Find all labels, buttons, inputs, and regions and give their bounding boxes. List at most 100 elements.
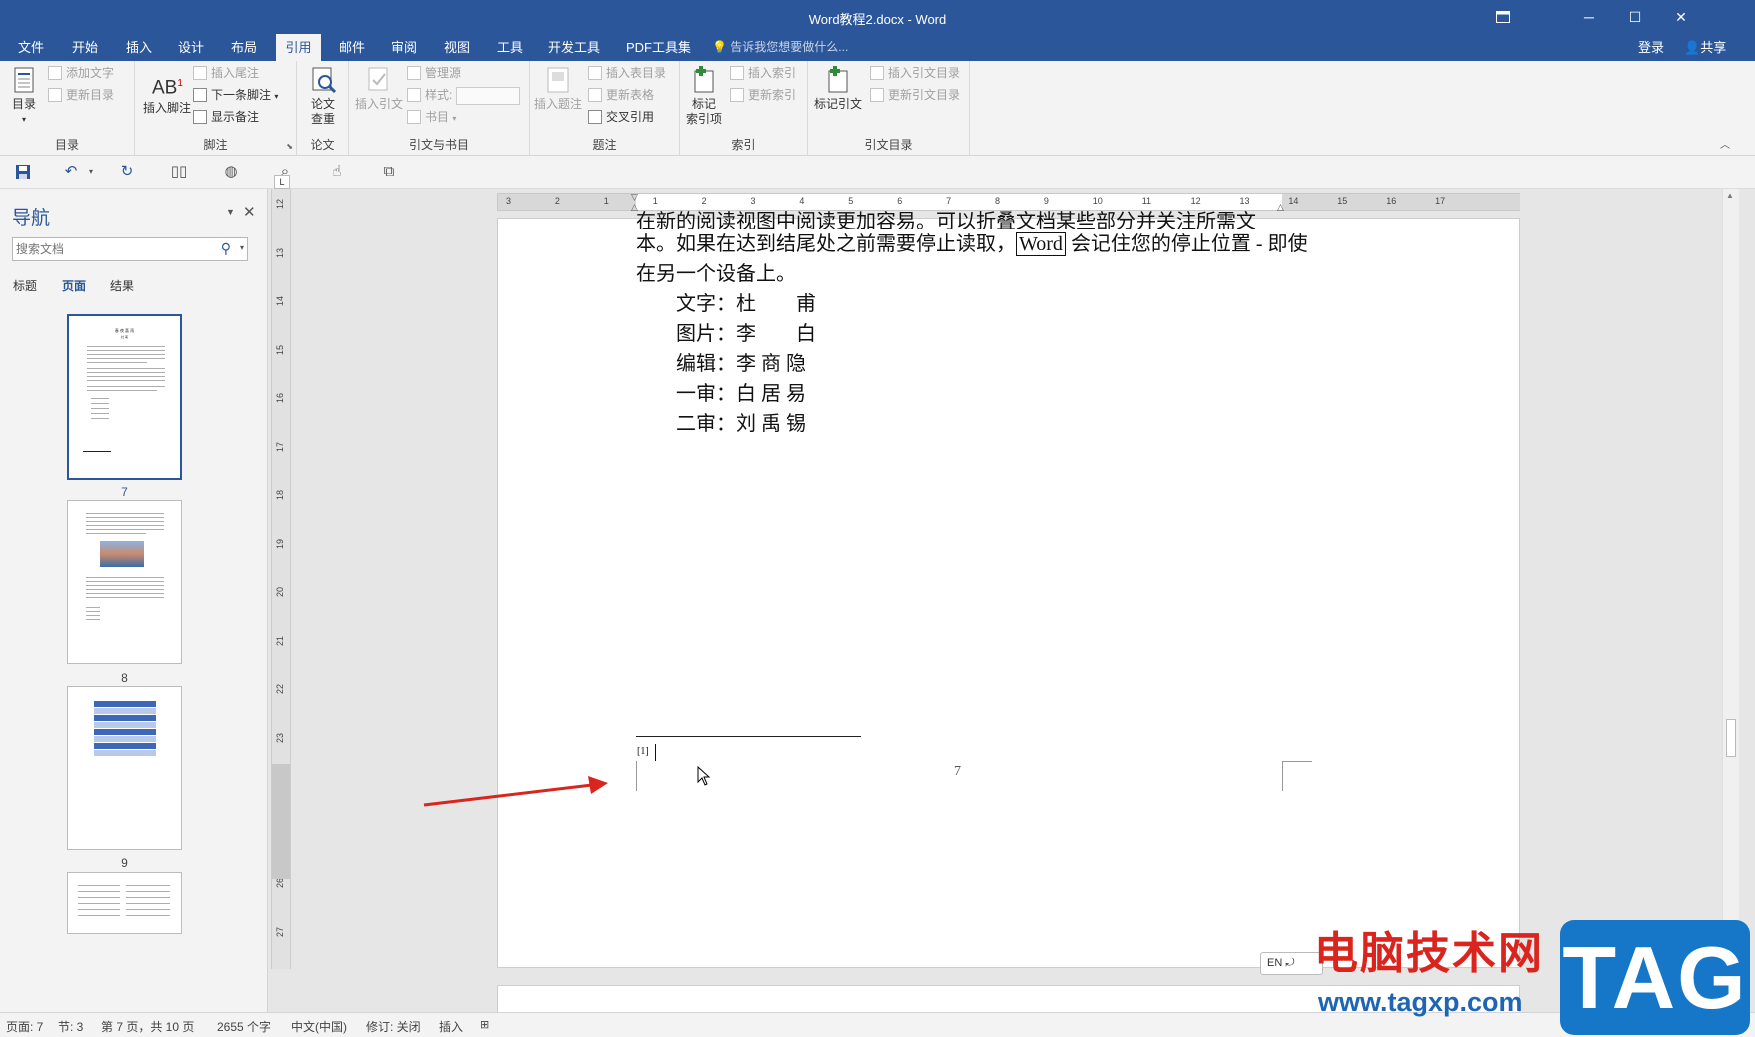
web-layout-icon[interactable]: ◍ bbox=[222, 164, 240, 180]
ruler-tick-label: 17 bbox=[275, 441, 286, 452]
tab-file[interactable]: 文件 bbox=[10, 34, 52, 61]
undo-icon[interactable]: ↶ bbox=[62, 164, 80, 180]
vertical-scrollbar[interactable]: ▲ bbox=[1722, 189, 1739, 1012]
group-paper: 论文 查重 论文 bbox=[297, 61, 349, 155]
mouse-cursor-icon bbox=[697, 765, 711, 789]
insert-toa-button[interactable]: 插入引文目录 bbox=[870, 63, 960, 83]
word-text-box: Word bbox=[1016, 232, 1066, 256]
pane-options-icon[interactable]: ▼ bbox=[226, 207, 235, 217]
status-language[interactable]: 中文(中国) bbox=[291, 1018, 347, 1035]
login-link[interactable]: 登录 bbox=[1630, 34, 1672, 61]
cross-reference-button[interactable]: 交叉引用 bbox=[588, 107, 654, 127]
tab-developer[interactable]: 开发工具 bbox=[540, 34, 608, 61]
dialog-launcher-icon[interactable]: ⬊ bbox=[286, 142, 293, 151]
scroll-up-icon[interactable]: ▲ bbox=[1726, 191, 1734, 200]
tab-layout[interactable]: 布局 bbox=[223, 34, 265, 61]
customize-icon[interactable]: ⧉ bbox=[380, 164, 398, 180]
group-authorities: 标记引文 插入引文目录 更新引文目录 引文目录 bbox=[808, 61, 970, 155]
status-page-count[interactable]: 第 7 页，共 10 页 bbox=[101, 1018, 194, 1035]
tab-selector[interactable]: L bbox=[274, 175, 290, 189]
status-track-changes[interactable]: 修订: 关闭 bbox=[366, 1018, 421, 1035]
insert-endnote-button[interactable]: 插入尾注 bbox=[193, 63, 259, 83]
ruler-tick-label: 16 bbox=[1386, 196, 1397, 206]
update-index-button[interactable]: 更新索引 bbox=[730, 85, 796, 105]
tab-home[interactable]: 开始 bbox=[64, 34, 106, 61]
maximize-button[interactable]: ☐ bbox=[1612, 0, 1658, 34]
minimize-button[interactable]: ─ bbox=[1566, 0, 1612, 34]
ruler-tick-label: 18 bbox=[275, 489, 286, 501]
chevron-down-icon[interactable]: ▾ bbox=[82, 164, 100, 180]
status-page[interactable]: 页面: 7 bbox=[6, 1018, 43, 1035]
manage-sources-button[interactable]: 管理源 bbox=[407, 63, 461, 83]
text-cursor bbox=[655, 744, 656, 761]
redo-icon[interactable]: ↻ bbox=[118, 164, 136, 180]
status-section[interactable]: 节: 3 bbox=[58, 1018, 83, 1035]
update-toc-button[interactable]: 更新目录 bbox=[48, 85, 114, 105]
macro-record-icon[interactable]: ⊞ bbox=[480, 1018, 489, 1031]
citation-style-select[interactable]: 样式: bbox=[407, 85, 521, 105]
ruler-tick-label: 27 bbox=[275, 926, 286, 937]
nav-tab-results[interactable]: 结果 bbox=[110, 277, 134, 294]
insert-table-of-figures-button[interactable]: 插入表目录 bbox=[588, 63, 666, 83]
manage-sources-icon bbox=[407, 66, 421, 80]
chevron-down-icon: ▾ bbox=[21, 115, 26, 124]
status-insert-mode[interactable]: 插入 bbox=[439, 1018, 463, 1035]
credit-first-review: 一审：白 居 易 bbox=[676, 383, 806, 405]
page-thumbnail-8[interactable] bbox=[67, 500, 182, 664]
close-button[interactable]: ✕ bbox=[1658, 0, 1704, 34]
page-number-7: 7 bbox=[121, 485, 128, 499]
insert-index-button[interactable]: 插入索引 bbox=[730, 63, 796, 83]
tab-pdf-tools[interactable]: PDF工具集 bbox=[618, 34, 699, 61]
credit-text: 文字：杜 甫 bbox=[676, 293, 816, 315]
tell-me-search[interactable]: 💡 告诉我您想要做什么... bbox=[712, 34, 848, 61]
tab-tools[interactable]: 工具 bbox=[489, 34, 531, 61]
ruler-tick-label: 20 bbox=[275, 586, 286, 598]
insert-caption-button[interactable]: 插入题注 bbox=[532, 65, 584, 112]
tab-design[interactable]: 设计 bbox=[170, 34, 212, 61]
ribbon: 目录 ▾ 添加文字 更新目录 目录 AB1 插入脚注 插入尾注 下一条脚注 ▾ … bbox=[0, 61, 1755, 156]
document-page[interactable]: 在新的阅读视图中阅读更加容易。可以折叠文档某些部分并关注所需文 本。如果在达到结… bbox=[497, 211, 1520, 968]
chevron-down-icon[interactable]: ▾ bbox=[240, 243, 244, 252]
mark-entry-button[interactable]: 标记 索引项 bbox=[682, 65, 726, 127]
search-input[interactable] bbox=[13, 238, 208, 260]
share-button[interactable]: 👤共享 bbox=[1676, 34, 1734, 61]
touch-mode-icon[interactable]: ☝ bbox=[328, 164, 346, 180]
magnifier-doc-icon bbox=[308, 65, 338, 95]
show-notes-button[interactable]: 显示备注 bbox=[193, 107, 259, 127]
insert-citation-button[interactable]: 插入引文 bbox=[351, 65, 407, 112]
tab-review[interactable]: 审阅 bbox=[383, 34, 425, 61]
status-word-count[interactable]: 2655 个字 bbox=[217, 1018, 271, 1035]
nav-tab-headings[interactable]: 标题 bbox=[13, 277, 37, 294]
insert-footnote-button[interactable]: AB1 插入脚注 bbox=[139, 69, 195, 116]
next-footnote-button[interactable]: 下一条脚注 ▾ bbox=[193, 85, 278, 105]
tab-view[interactable]: 视图 bbox=[436, 34, 478, 61]
save-icon[interactable] bbox=[14, 164, 32, 180]
paper-check-button[interactable]: 论文 查重 bbox=[305, 65, 341, 127]
nav-tab-pages[interactable]: 页面 bbox=[62, 277, 86, 294]
lightbulb-icon: 💡 bbox=[712, 40, 727, 54]
page-thumbnail-10[interactable] bbox=[67, 872, 182, 934]
collapse-ribbon-icon[interactable]: ︿ bbox=[1720, 136, 1730, 151]
search-icon[interactable]: ⚲ bbox=[221, 240, 231, 257]
toc-button[interactable]: 目录 ▾ bbox=[6, 65, 42, 127]
close-pane-icon[interactable]: ✕ bbox=[243, 203, 256, 221]
tab-references[interactable]: 引用 bbox=[276, 34, 321, 61]
tab-insert[interactable]: 插入 bbox=[118, 34, 160, 61]
page-thumbnail-9[interactable] bbox=[67, 686, 182, 850]
bibliography-button[interactable]: 书目 ▾ bbox=[407, 107, 456, 127]
ribbon-display-options-icon[interactable] bbox=[1480, 0, 1526, 34]
group-footnotes: AB1 插入脚注 插入尾注 下一条脚注 ▾ 显示备注 脚注 ⬊ bbox=[135, 61, 297, 155]
footnote-mark[interactable]: [1] bbox=[637, 746, 649, 757]
tab-mailings[interactable]: 邮件 bbox=[331, 34, 373, 61]
mark-citation-button[interactable]: 标记引文 bbox=[812, 65, 864, 112]
update-toa-button[interactable]: 更新引文目录 bbox=[870, 85, 960, 105]
credit-editor: 编辑：李 商 隐 bbox=[676, 353, 806, 375]
scrollbar-thumb[interactable] bbox=[1726, 719, 1736, 757]
add-text-button[interactable]: 添加文字 bbox=[48, 63, 114, 83]
insert-index-icon bbox=[730, 66, 744, 80]
group-label-footnotes: 脚注 bbox=[203, 138, 228, 152]
ime-mode-icon: ⤾ bbox=[1285, 957, 1295, 969]
two-pages-icon[interactable]: ▯▯ bbox=[170, 164, 188, 180]
page-thumbnail-7[interactable]: 春 夜 喜 雨 杜 甫 bbox=[67, 314, 182, 480]
update-table-button[interactable]: 更新表格 bbox=[588, 85, 654, 105]
